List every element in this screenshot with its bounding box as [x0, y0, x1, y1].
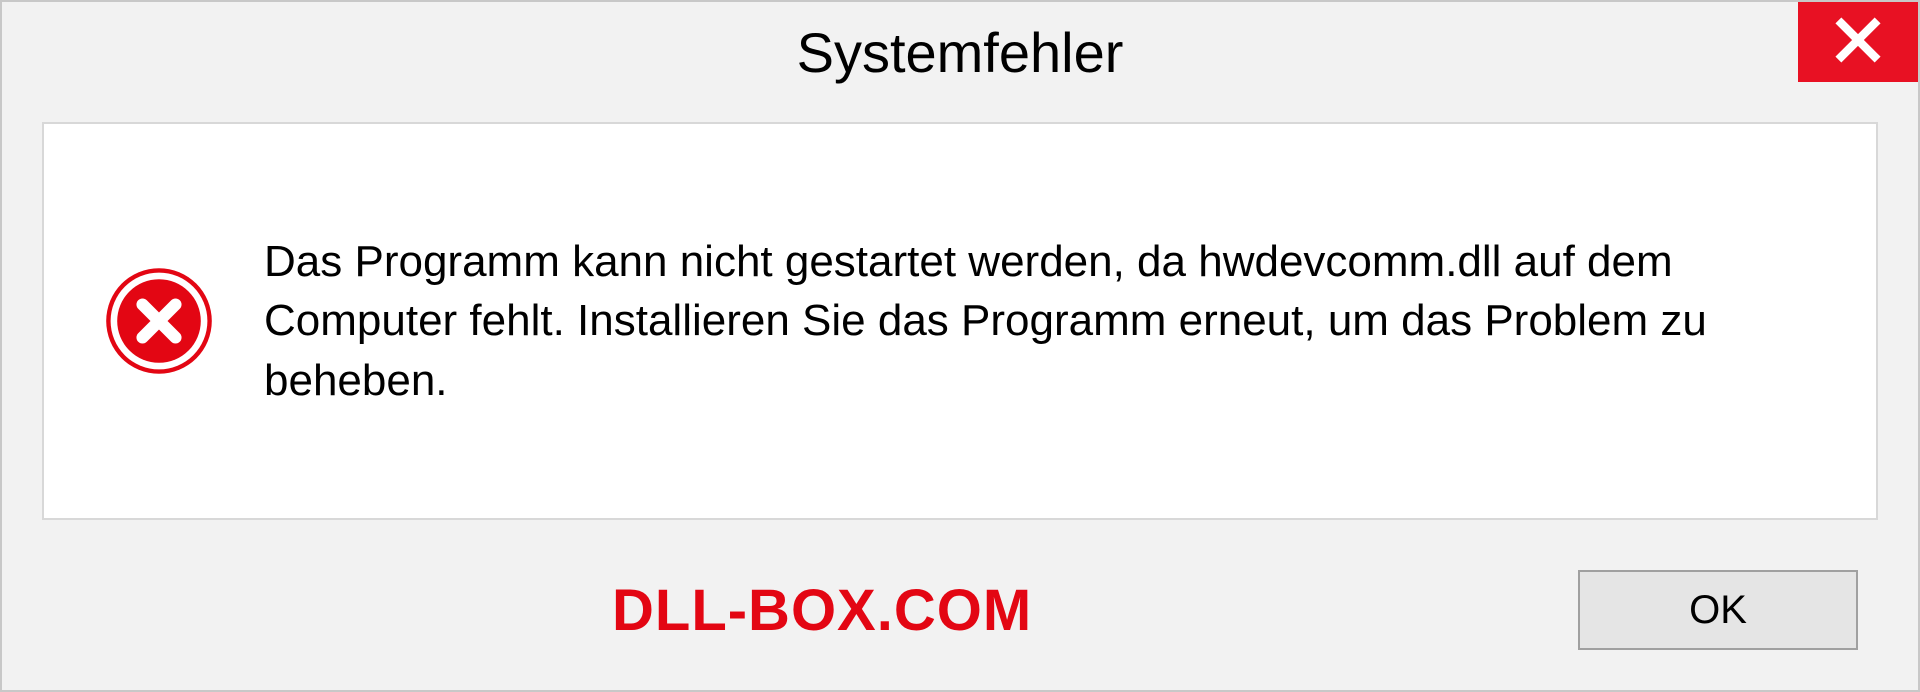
error-message: Das Programm kann nicht gestartet werden…: [264, 232, 1816, 410]
dialog-footer: DLL-BOX.COM OK: [2, 550, 1918, 690]
close-button[interactable]: [1798, 2, 1918, 82]
content-panel: Das Programm kann nicht gestartet werden…: [42, 122, 1878, 520]
error-icon: [104, 266, 214, 376]
close-icon: [1833, 15, 1883, 70]
error-dialog: Systemfehler Das Programm kann nicht ges…: [0, 0, 1920, 692]
dialog-title: Systemfehler: [797, 20, 1124, 85]
ok-button[interactable]: OK: [1578, 570, 1858, 650]
titlebar: Systemfehler: [2, 2, 1918, 102]
watermark-text: DLL-BOX.COM: [612, 577, 1032, 644]
